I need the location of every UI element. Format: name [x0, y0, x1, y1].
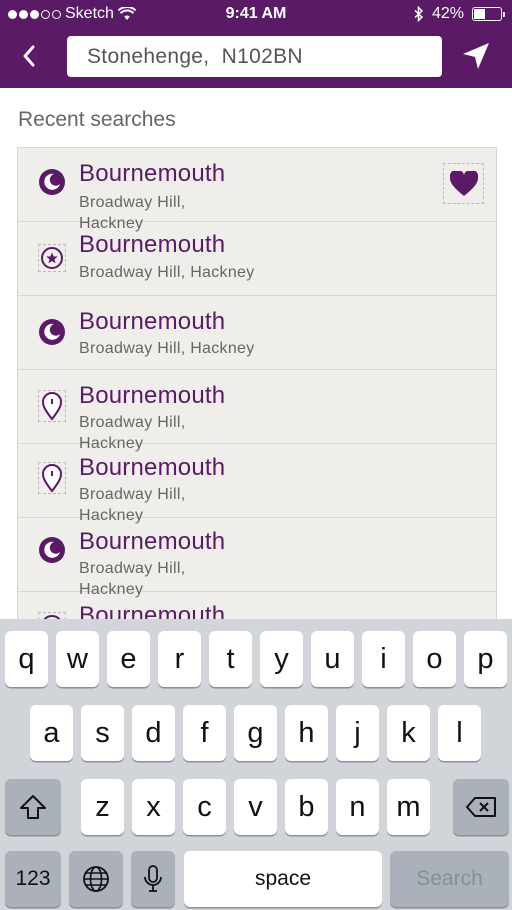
- list-item[interactable]: Bournemouth Broadway Hill, Hackney: [18, 222, 496, 296]
- key-x[interactable]: x: [132, 779, 175, 835]
- globe-key[interactable]: [69, 851, 123, 907]
- microphone-icon: [144, 865, 162, 892]
- key-o[interactable]: o: [413, 631, 456, 687]
- item-subtitle: Broadway Hill, Hackney: [79, 264, 255, 281]
- key-r[interactable]: r: [158, 631, 201, 687]
- item-title: Bournemouth: [79, 231, 226, 258]
- header-bar: Sketch 9:41 AM 42%: [0, 0, 512, 88]
- key-u[interactable]: u: [311, 631, 354, 687]
- favorite-button[interactable]: [443, 163, 484, 204]
- item-title: Bournemouth: [79, 160, 226, 187]
- search-field[interactable]: [67, 36, 442, 77]
- moon-icon: [38, 318, 66, 346]
- back-button[interactable]: [14, 38, 44, 74]
- chevron-left-icon: [23, 45, 35, 67]
- delete-key[interactable]: [453, 779, 509, 835]
- key-k[interactable]: k: [387, 705, 430, 761]
- microphone-key[interactable]: [131, 851, 175, 907]
- space-key[interactable]: space: [184, 851, 382, 907]
- key-d[interactable]: d: [132, 705, 175, 761]
- item-title: Bournemouth: [79, 454, 226, 481]
- navigation-arrow-icon: [463, 43, 489, 69]
- star-icon: [38, 244, 66, 272]
- shift-icon: [20, 795, 46, 819]
- list-item[interactable]: Bournemouth Broadway Hill, Hackney: [18, 444, 496, 524]
- key-i[interactable]: i: [362, 631, 405, 687]
- key-g[interactable]: g: [234, 705, 277, 761]
- pin-icon: [38, 462, 66, 494]
- item-title: Bournemouth: [79, 528, 226, 555]
- pin-icon: [38, 390, 66, 422]
- key-a[interactable]: a: [30, 705, 73, 761]
- search-key[interactable]: Search: [390, 851, 509, 907]
- key-f[interactable]: f: [183, 705, 226, 761]
- list-item[interactable]: Bournemouth: [18, 592, 496, 620]
- list-item[interactable]: Bournemouth Broadway Hill, Hackney: [18, 296, 496, 370]
- battery-icon: [472, 7, 505, 21]
- battery-percent: 42%: [431, 5, 464, 22]
- shift-key[interactable]: [5, 779, 61, 835]
- key-t[interactable]: t: [209, 631, 252, 687]
- key-p[interactable]: p: [464, 631, 507, 687]
- bluetooth-icon: [414, 6, 424, 22]
- item-subtitle: Broadway Hill, Hackney: [79, 340, 255, 357]
- key-v[interactable]: v: [234, 779, 277, 835]
- status-right: 42%: [414, 5, 505, 23]
- keyboard: q w e r t y u i o p a s d f g h j k l z …: [0, 619, 512, 910]
- key-w[interactable]: w: [56, 631, 99, 687]
- key-l[interactable]: l: [438, 705, 481, 761]
- numbers-key[interactable]: 123: [5, 851, 61, 907]
- key-n[interactable]: n: [336, 779, 379, 835]
- list-item[interactable]: Bournemouth Broadway Hill, Hackney: [18, 370, 496, 452]
- recent-searches-heading: Recent searches: [18, 108, 176, 131]
- list-item[interactable]: Bournemouth Broadway Hill, Hackney: [18, 148, 496, 232]
- globe-icon: [83, 866, 109, 892]
- key-h[interactable]: h: [285, 705, 328, 761]
- key-z[interactable]: z: [81, 779, 124, 835]
- list-item[interactable]: Bournemouth Broadway Hill, Hackney: [18, 518, 496, 598]
- status-bar: Sketch 9:41 AM 42%: [0, 0, 512, 28]
- key-b[interactable]: b: [285, 779, 328, 835]
- item-title: Bournemouth: [79, 308, 226, 335]
- key-e[interactable]: e: [107, 631, 150, 687]
- moon-icon: [38, 168, 66, 196]
- search-input[interactable]: [67, 36, 442, 77]
- key-j[interactable]: j: [336, 705, 379, 761]
- heart-icon: [449, 170, 478, 196]
- key-c[interactable]: c: [183, 779, 226, 835]
- current-location-button[interactable]: [458, 36, 494, 76]
- moon-icon: [38, 536, 66, 564]
- item-title: Bournemouth: [79, 382, 226, 409]
- item-title: Bournemouth: [79, 602, 226, 620]
- key-m[interactable]: m: [387, 779, 430, 835]
- key-y[interactable]: y: [260, 631, 303, 687]
- key-q[interactable]: q: [5, 631, 48, 687]
- backspace-icon: [466, 797, 496, 817]
- key-s[interactable]: s: [81, 705, 124, 761]
- recent-searches-list: Bournemouth Broadway Hill, Hackney Bourn…: [17, 147, 497, 620]
